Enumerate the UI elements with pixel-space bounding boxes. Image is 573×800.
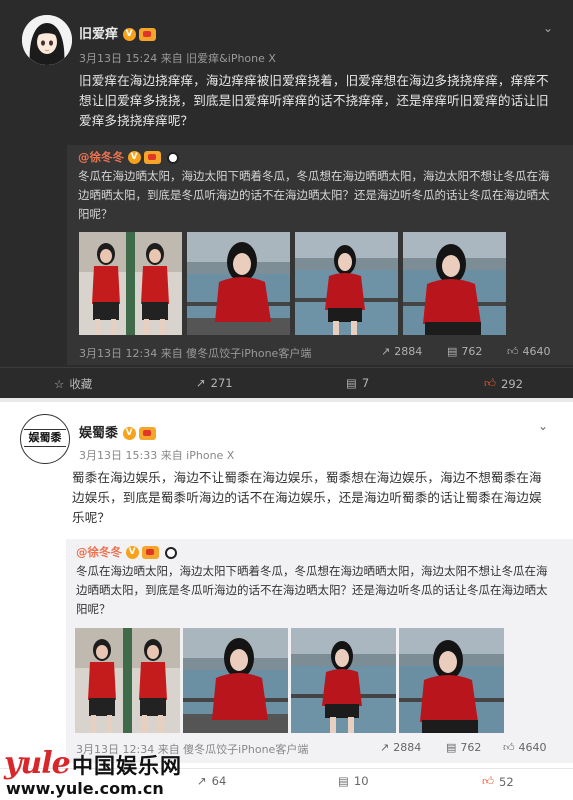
- chevron-down-icon[interactable]: ⌄: [537, 420, 549, 432]
- image-icon: [187, 232, 290, 335]
- repost-box: @徐冬冬 V 冬瓜在海边晒太阳，海边太阳下晒着冬瓜，冬瓜想在海边晒晒太阳，海边太…: [66, 539, 573, 763]
- comment-button[interactable]: ▤ 7: [346, 376, 369, 390]
- thumbs-up-icon: 👍︎: [503, 741, 515, 754]
- verified-icon: V: [127, 151, 141, 164]
- vip-badge-icon: [141, 546, 159, 559]
- avatar[interactable]: 娱蜀黍: [20, 414, 70, 464]
- photo-4[interactable]: [399, 628, 504, 733]
- repost-user-link[interactable]: @徐冬冬: [76, 545, 122, 559]
- post-text: 旧爱痒在海边挠痒痒，海边痒痒被旧爱痒挠着，旧爱痒想在海边多挠挠痒痒，痒痒不想让旧…: [79, 73, 549, 128]
- comment-icon: ▤: [346, 376, 357, 390]
- comment-icon: ▤: [338, 774, 349, 788]
- vip-badge-icon: [143, 151, 161, 164]
- post-text: 蜀黍在海边娱乐，海边不让蜀黍在海边娱乐，蜀黍想在海边娱乐，海边不想蜀黍在海边娱乐…: [72, 470, 542, 525]
- repost-meta: 3月13日 12:34 来自 傻冬瓜饺子iPhone客户端: [79, 347, 312, 360]
- watermark-logo: yule 中国娱乐网 www.yule.com.cn: [4, 746, 214, 798]
- repost-text: @徐冬冬 V 冬瓜在海边晒太阳，海边太阳下晒着冬瓜，冬瓜想在海边晒晒太阳，海边太…: [76, 543, 558, 619]
- thumbs-up-icon: 👍︎: [484, 376, 497, 390]
- comment-button[interactable]: ▤ 10: [338, 774, 369, 788]
- image-icon: [79, 232, 182, 335]
- repost-like-count[interactable]: 👍︎ 4640: [507, 345, 551, 358]
- comment-icon: ▤: [446, 741, 457, 754]
- panda-icon: [165, 546, 178, 559]
- username[interactable]: 旧爱痒 V: [79, 23, 156, 42]
- vip-badge-icon: [138, 427, 156, 440]
- photo-2[interactable]: [183, 628, 288, 733]
- weibo-post-1: 旧爱痒 V ⌄ 3月13日 15:24 来自 旧爱痒&iPhone X 旧爱痒在…: [0, 0, 573, 398]
- repost-forward-count[interactable]: ↗ 2884: [380, 741, 421, 754]
- photo-1[interactable]: [79, 232, 182, 335]
- repost-comment-count[interactable]: ▤ 762: [447, 345, 482, 358]
- post-meta: 3月13日 15:24 来自 旧爱痒&iPhone X: [79, 52, 276, 65]
- like-button[interactable]: 👍︎ 292: [484, 376, 523, 391]
- username[interactable]: 娱蜀黍 V: [79, 422, 156, 441]
- photo-4[interactable]: [403, 232, 506, 335]
- forward-icon: ↗: [380, 741, 390, 754]
- repost-like-count[interactable]: 👍︎ 4640: [503, 741, 547, 754]
- image-icon: [291, 628, 396, 733]
- panda-icon: [167, 151, 180, 164]
- repost-comment-count[interactable]: ▤ 762: [446, 741, 481, 754]
- favorite-button[interactable]: ☆ 收藏: [54, 376, 92, 392]
- repost-user-link[interactable]: @徐冬冬: [78, 150, 124, 164]
- photo-2[interactable]: [187, 232, 290, 335]
- username-text[interactable]: 娱蜀黍: [79, 426, 118, 441]
- chevron-down-icon[interactable]: ⌄: [542, 22, 554, 34]
- repost-box: @徐冬冬 V 冬瓜在海边晒太阳，海边太阳下晒着冬瓜，冬瓜想在海边晒晒太阳，海边太…: [67, 145, 573, 365]
- watermark-url: www.yule.com.cn: [6, 779, 164, 798]
- watermark-cn: 中国娱乐网: [72, 753, 182, 778]
- repost-text: @徐冬冬 V 冬瓜在海边晒太阳，海边太阳下晒着冬瓜，冬瓜想在海边晒晒太阳，海边太…: [78, 148, 558, 224]
- post-meta: 3月13日 15:33 来自 iPhone X: [79, 449, 235, 462]
- image-icon: [183, 628, 288, 733]
- image-icon: [75, 628, 180, 733]
- thumbs-up-icon: 👍︎: [507, 345, 519, 358]
- star-icon: ☆: [54, 377, 65, 391]
- photo-3[interactable]: [295, 232, 398, 335]
- action-bar-divider: [0, 367, 573, 368]
- verified-icon: V: [122, 427, 136, 440]
- watermark-brand: yule: [4, 746, 71, 781]
- repost-body: 冬瓜在海边晒太阳，海边太阳下晒着冬瓜，冬瓜想在海边晒晒太阳，海边太阳不想让冬瓜在…: [76, 564, 548, 616]
- verified-icon: V: [125, 546, 139, 559]
- repost-body: 冬瓜在海边晒太阳，海边太阳下晒着冬瓜，冬瓜想在海边晒晒太阳，海边太阳不想让冬瓜在…: [78, 169, 550, 221]
- image-icon: [399, 628, 504, 733]
- username-text[interactable]: 旧爱痒: [79, 27, 118, 42]
- image-icon: [403, 232, 506, 335]
- weibo-post-2: 娱蜀黍 娱蜀黍 V ⌄ 3月13日 15:33 来自 iPhone X 蜀黍在海…: [0, 402, 573, 800]
- verified-icon: V: [122, 28, 136, 41]
- forward-button[interactable]: ↗ 271: [196, 376, 233, 390]
- avatar-logo-text: 娱蜀黍: [24, 429, 66, 447]
- anime-girl-avatar-icon: [22, 15, 72, 65]
- forward-icon: ↗: [196, 376, 206, 390]
- thumbs-up-icon: 👍︎: [482, 774, 495, 788]
- avatar[interactable]: [22, 15, 72, 65]
- image-icon: [295, 232, 398, 335]
- vip-badge-icon: [138, 28, 156, 41]
- photo-3[interactable]: [291, 628, 396, 733]
- comment-icon: ▤: [447, 345, 458, 358]
- forward-icon: ↗: [381, 345, 391, 358]
- photo-1[interactable]: [75, 628, 180, 733]
- repost-forward-count[interactable]: ↗ 2884: [381, 345, 422, 358]
- like-button[interactable]: 👍︎ 52: [482, 774, 514, 789]
